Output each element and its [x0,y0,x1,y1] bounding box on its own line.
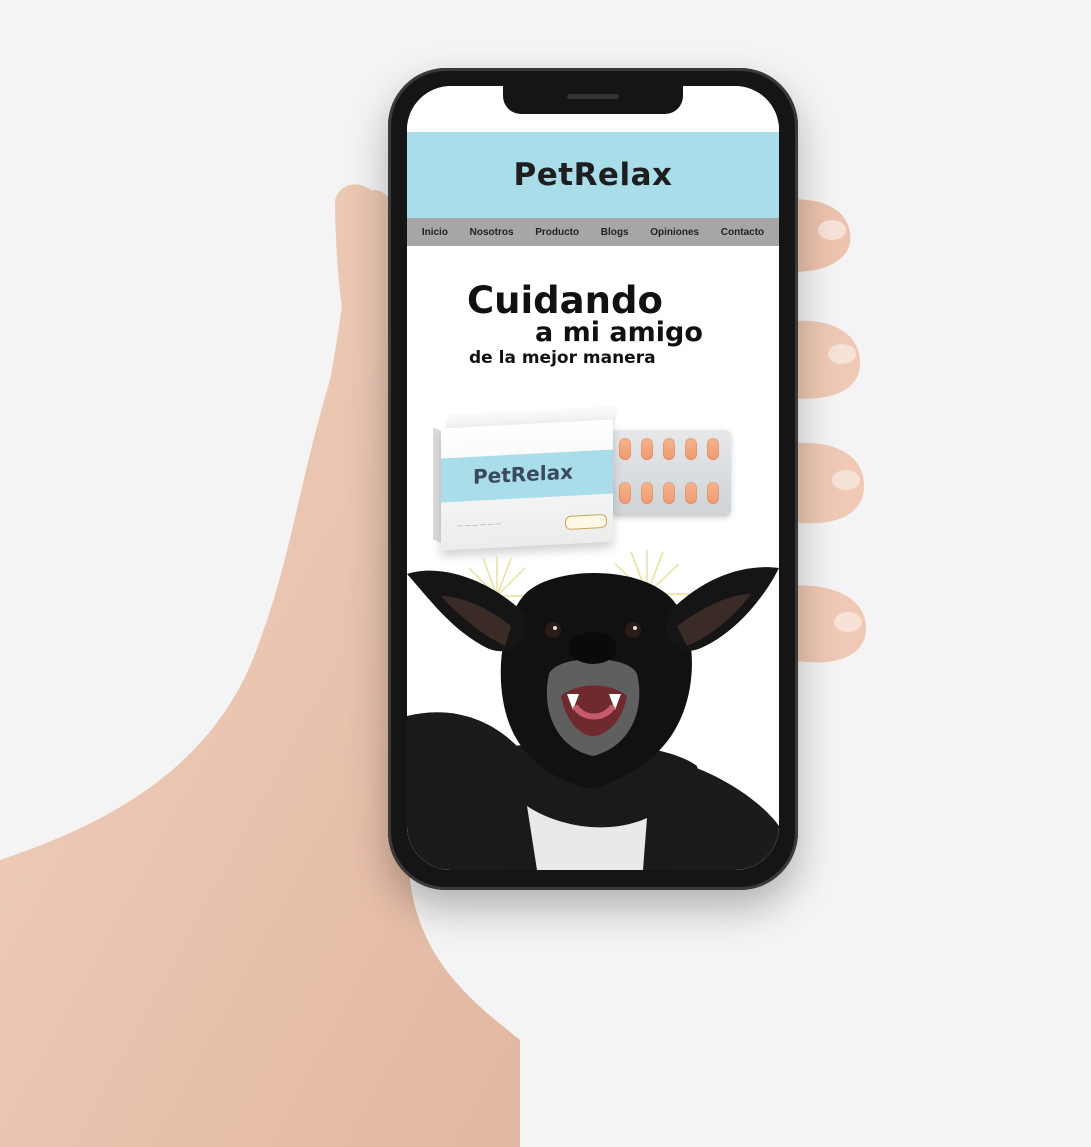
product-box-badge [565,513,607,531]
nav-item-inicio[interactable]: Inicio [422,227,448,238]
nav-item-opiniones[interactable]: Opiniones [650,227,699,238]
hero-headline-line1: Cuidando [467,279,663,322]
nav-item-producto[interactable]: Producto [535,227,579,238]
product-image: PetRelax — — — — — — [433,405,741,556]
blister-pack [611,430,731,516]
nav-item-blogs[interactable]: Blogs [601,227,629,238]
site-logo-title[interactable]: PetRelax [514,157,673,193]
site-header: PetRelax [407,132,779,218]
phone-screen: PetRelax Inicio Nosotros Producto Blogs … [407,86,779,870]
hero-section: Cuidando a mi amigo de la mejor manera P… [407,246,779,870]
hero-headline-line3: de la mejor manera [469,348,656,368]
nav-item-nosotros[interactable]: Nosotros [470,227,514,238]
product-box: PetRelax — — — — — — [441,419,613,551]
main-navigation: Inicio Nosotros Producto Blogs Opiniones… [407,218,779,246]
speaker-grille [567,94,619,99]
dog-photo [407,567,779,870]
photo-scene: PetRelax Inicio Nosotros Producto Blogs … [0,0,1091,1147]
phone-notch [503,86,683,114]
product-box-fineprint: — — — — — — [457,521,502,530]
nav-item-contacto[interactable]: Contacto [721,227,764,238]
hero-headline-line2: a mi amigo [535,317,703,348]
